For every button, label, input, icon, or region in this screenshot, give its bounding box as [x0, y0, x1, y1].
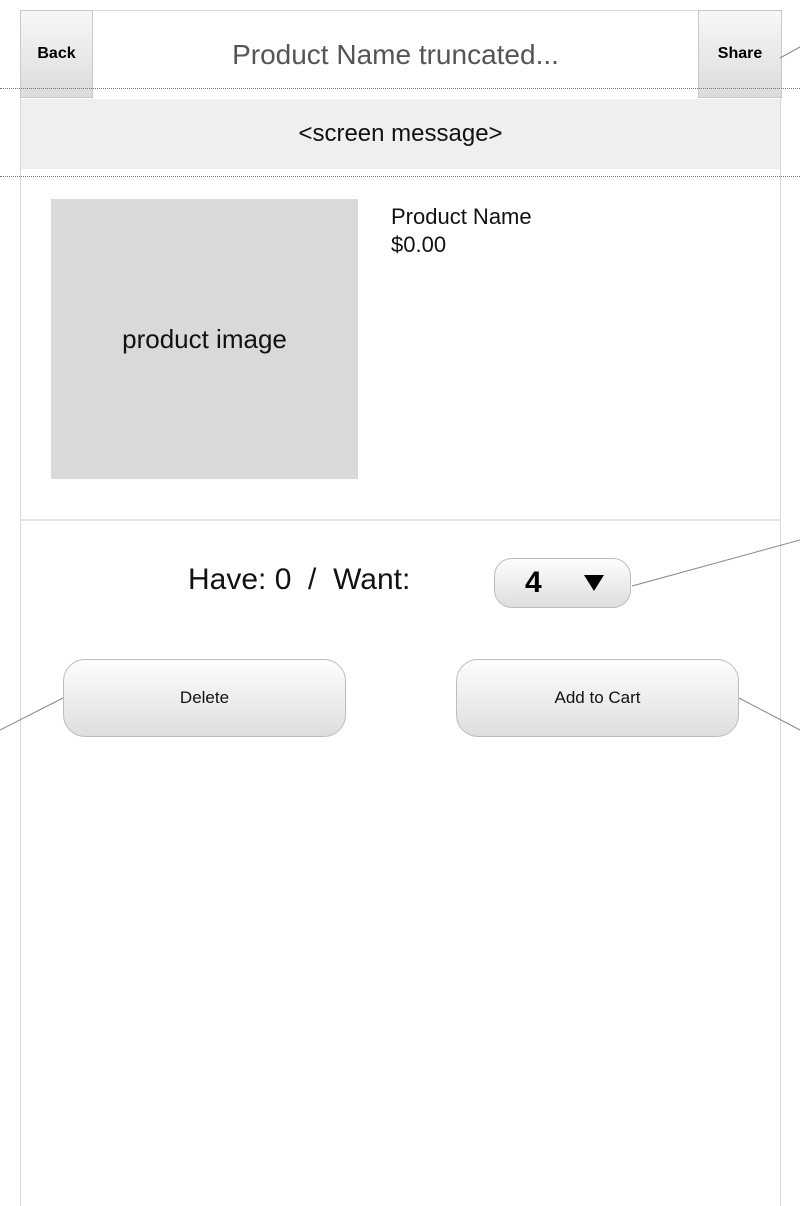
back-button-label: Back [37, 45, 76, 62]
screen-message: <screen message> [298, 120, 503, 147]
navigation-bar: Back Product Name truncated... Share [20, 10, 782, 99]
want-quantity-value: 4 [525, 566, 542, 599]
delete-button[interactable]: Delete [63, 659, 346, 737]
add-to-cart-button-label: Add to Cart [554, 688, 641, 707]
share-button-label: Share [717, 45, 763, 62]
delete-button-label: Delete [179, 688, 230, 707]
have-want-label: Have: 0 / Want: [188, 563, 411, 596]
add-to-cart-button[interactable]: Add to Cart [456, 659, 739, 737]
product-info: Product Name $0.00 [391, 203, 532, 259]
share-button[interactable]: Share [698, 10, 782, 98]
divider [0, 88, 800, 89]
product-image-label: product image [122, 323, 287, 354]
product-image: product image [51, 199, 358, 479]
want-quantity-select[interactable]: 4 [494, 558, 631, 608]
back-button[interactable]: Back [20, 10, 93, 98]
phone-screen: Back Product Name truncated... Share <sc… [20, 10, 782, 1206]
product-name: Product Name [391, 204, 532, 229]
page-title: Product Name truncated... [232, 39, 559, 70]
screen-message-bar: <screen message> [21, 99, 780, 169]
dropdown-arrow-icon [584, 575, 604, 591]
divider [0, 176, 800, 177]
product-price: $0.00 [391, 232, 447, 257]
section-divider [20, 519, 781, 521]
callout-line [779, 46, 800, 59]
